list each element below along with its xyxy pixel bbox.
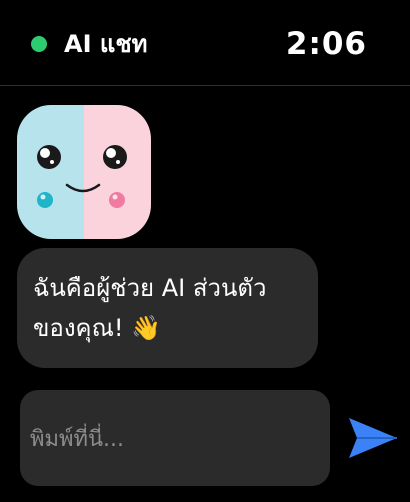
clock: 2:06	[285, 26, 367, 62]
smiling-face-avatar-icon	[17, 105, 151, 239]
status-bar: AI แชท 2:06	[0, 0, 410, 86]
send-button[interactable]	[345, 410, 401, 466]
message-input-box[interactable]	[20, 390, 330, 486]
app-title: AI แชท	[64, 30, 148, 58]
online-status-dot-icon	[31, 36, 47, 52]
message-line: ของคุณ! 👋	[33, 314, 161, 342]
assistant-avatar	[17, 105, 151, 239]
send-arrow-icon	[349, 418, 397, 458]
message-input[interactable]	[28, 418, 322, 460]
assistant-message-bubble: ฉันคือผู้ช่วย AI ส่วนตัว ของคุณ! 👋	[17, 248, 318, 368]
message-line: ฉันคือผู้ช่วย AI ส่วนตัว	[33, 274, 267, 302]
